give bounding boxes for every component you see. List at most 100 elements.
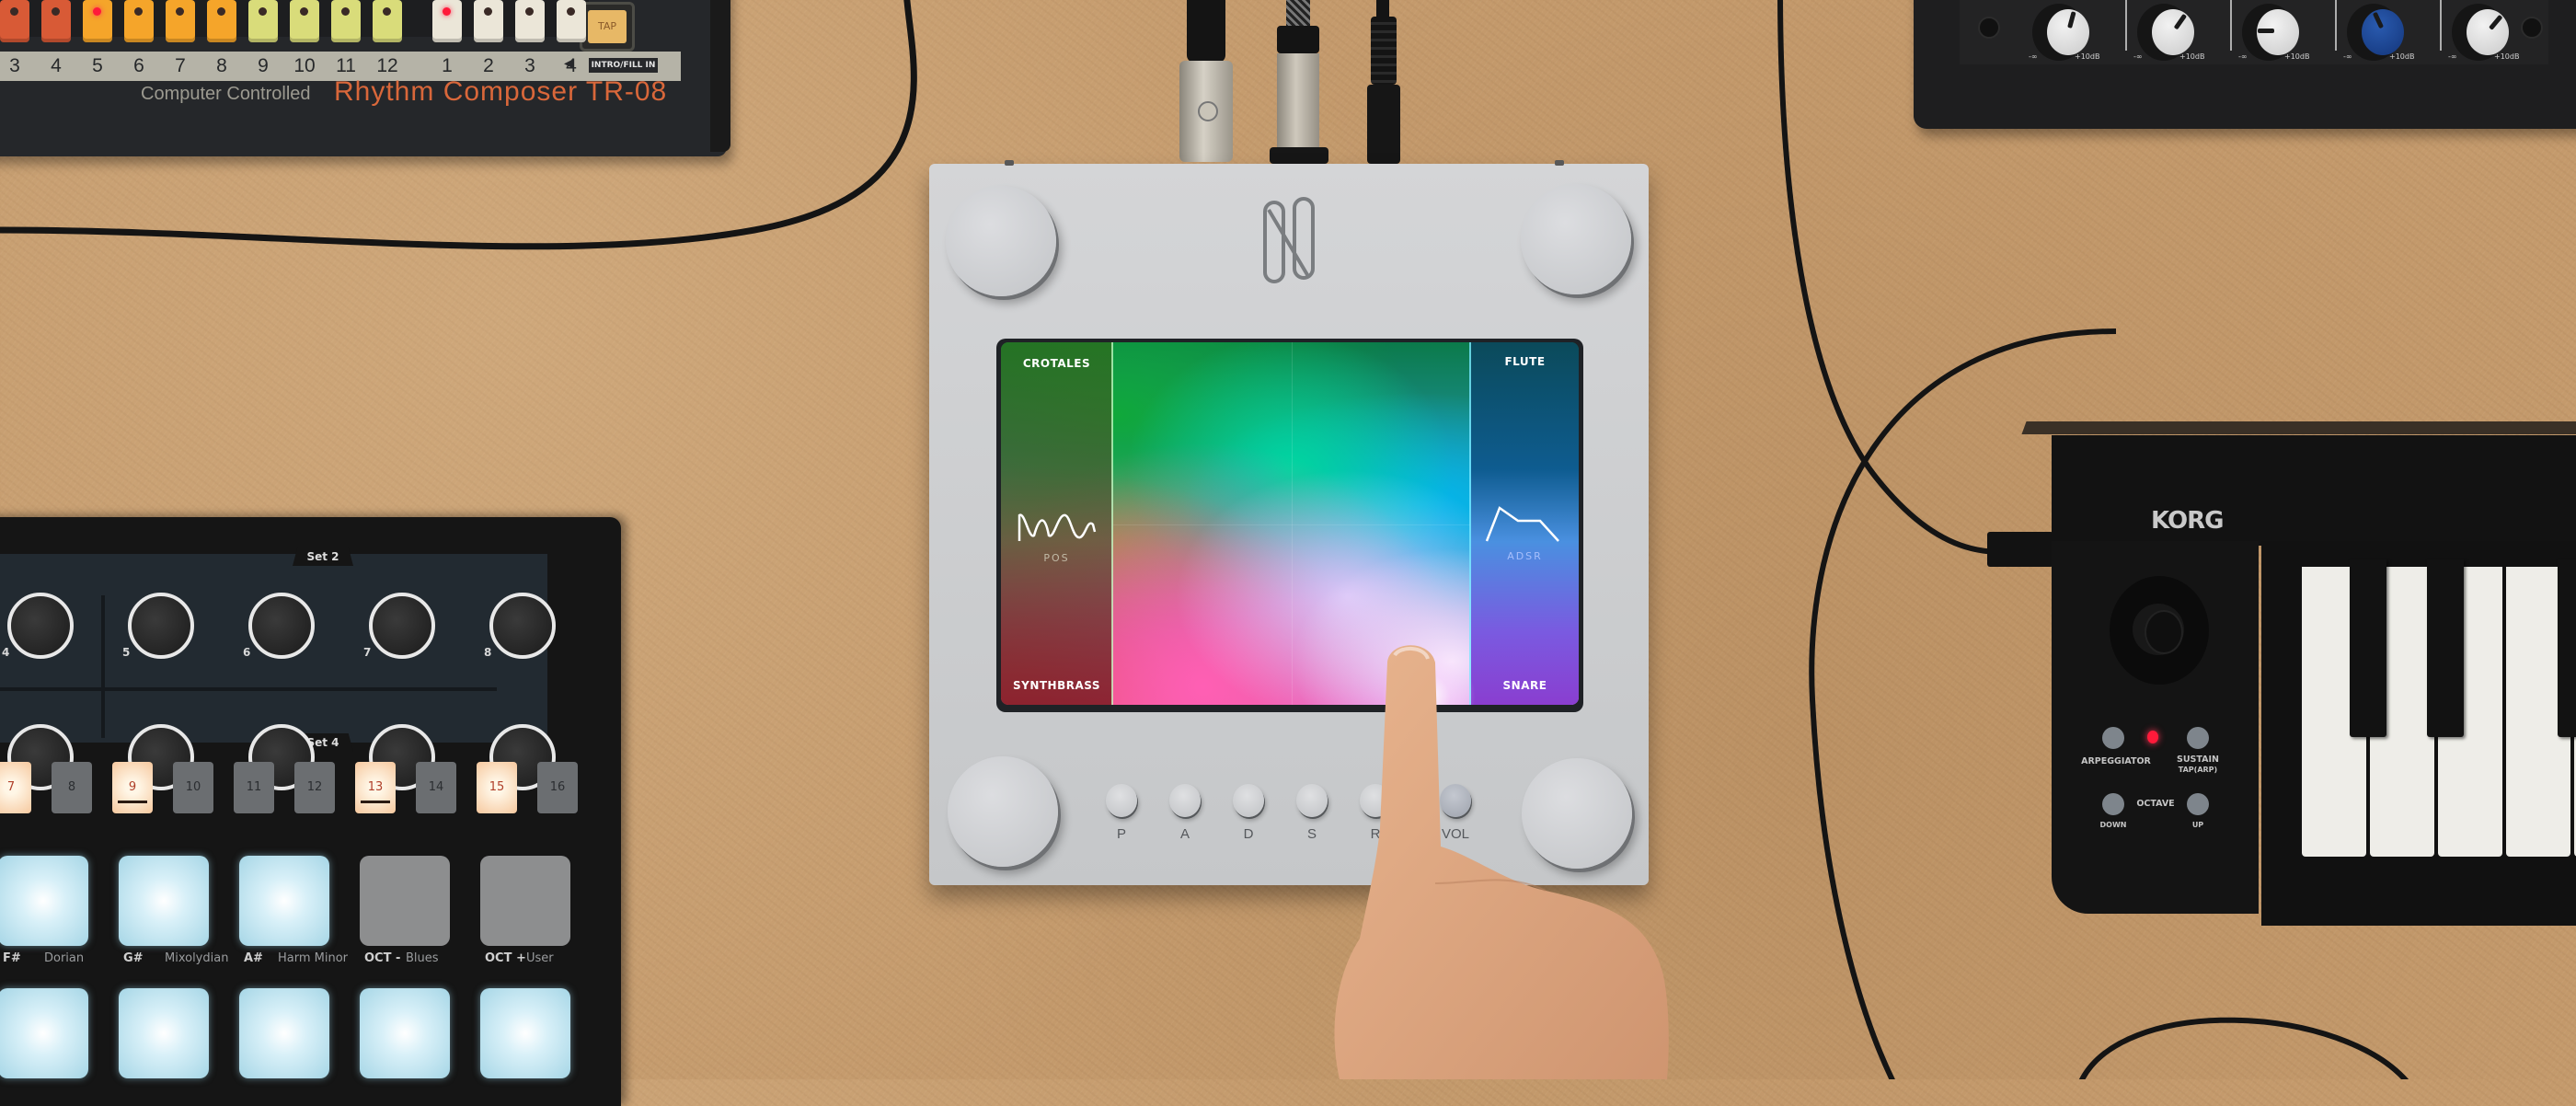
encoder-knob[interactable]: [128, 593, 194, 659]
corner-label-top-right[interactable]: FLUTE: [1471, 355, 1579, 368]
adsr-envelope-icon[interactable]: [1483, 501, 1566, 547]
step-label: 15: [489, 780, 505, 794]
mixer-knob[interactable]: [2152, 9, 2194, 55]
param-button-vol[interactable]: [1440, 784, 1471, 817]
performance-pad[interactable]: [119, 988, 209, 1078]
touchscreen-synth: CROTALES FLUTE SYNTHBRASS SNARE POS ADSR…: [929, 160, 1649, 885]
step-led: [567, 7, 575, 16]
param-button-d[interactable]: [1233, 784, 1264, 817]
performance-pad[interactable]: [239, 856, 329, 946]
tr08-step-button[interactable]: [515, 0, 545, 42]
octave-down-button[interactable]: [2102, 793, 2124, 815]
encoder-knob[interactable]: [369, 593, 435, 659]
step-button[interactable]: 15: [477, 762, 517, 813]
joystick[interactable]: [2146, 612, 2181, 652]
step-button[interactable]: 8: [52, 762, 92, 813]
step-button[interactable]: 14: [416, 762, 456, 813]
adsr-label: ADSR: [1507, 550, 1543, 562]
mixer-knob[interactable]: [2257, 9, 2299, 55]
tr08-step-button[interactable]: [331, 0, 361, 42]
sustain-button[interactable]: [2187, 727, 2209, 749]
step-led: [10, 7, 18, 16]
tr08-step-button[interactable]: [248, 0, 278, 42]
step-button[interactable]: 10: [173, 762, 213, 813]
param-button-s[interactable]: [1296, 784, 1328, 817]
param-label: A: [1179, 826, 1190, 842]
tr08-tap-button[interactable]: TAP: [580, 2, 635, 52]
tr08-step-button[interactable]: [373, 0, 402, 42]
performance-pad[interactable]: [239, 988, 329, 1078]
step-button[interactable]: 7: [0, 762, 31, 813]
mixer-knob[interactable]: [2362, 9, 2404, 55]
performance-pad[interactable]: [360, 988, 450, 1078]
divider: [2335, 0, 2337, 51]
waveform-icon[interactable]: [1016, 508, 1098, 545]
corner-label-bottom-left[interactable]: SYNTHBRASS: [1001, 679, 1112, 692]
knob-min-label: -∞: [2448, 52, 2457, 61]
tr08-step-button[interactable]: [166, 0, 195, 42]
black-key[interactable]: [2558, 559, 2576, 737]
divider: [0, 687, 497, 691]
corner-label-top-left[interactable]: CROTALES: [1001, 357, 1112, 370]
encoder-knob[interactable]: [489, 593, 556, 659]
step-led: [134, 7, 143, 16]
knob-min-label: -∞: [2029, 52, 2038, 61]
knob-min-label: -∞: [2238, 52, 2248, 61]
param-button-a[interactable]: [1169, 784, 1201, 817]
knob-top-right[interactable]: [1521, 184, 1631, 294]
knob-bottom-left[interactable]: [948, 756, 1058, 867]
knob-top-left[interactable]: [946, 186, 1056, 296]
step-label: 13: [367, 780, 384, 794]
performance-pad[interactable]: [0, 856, 88, 946]
screw-icon: [1005, 160, 1014, 166]
black-key[interactable]: [2427, 559, 2464, 737]
step-button[interactable]: 13: [355, 762, 396, 813]
param-button-p[interactable]: [1106, 784, 1137, 817]
korg-body: [2052, 435, 2576, 546]
param-button-r[interactable]: [1360, 784, 1391, 817]
encoder-knob[interactable]: [7, 593, 74, 659]
touchscreen[interactable]: CROTALES FLUTE SYNTHBRASS SNARE POS ADSR: [1001, 342, 1579, 705]
knob-bottom-right[interactable]: [1522, 758, 1632, 869]
performance-pad[interactable]: [119, 856, 209, 946]
param-label: D: [1243, 826, 1254, 842]
step-button[interactable]: 9: [112, 762, 153, 813]
tr08-step-button[interactable]: [83, 0, 112, 42]
screw-icon: [1978, 17, 2000, 39]
performance-pad[interactable]: [480, 988, 570, 1078]
tr08-step-button[interactable]: [290, 0, 319, 42]
mixer-knob[interactable]: [2047, 9, 2089, 55]
step-button[interactable]: 12: [294, 762, 335, 813]
step-label: 8: [67, 780, 76, 794]
touch-glow: [1378, 646, 1479, 705]
step-number: 11: [336, 55, 356, 76]
performance-pad[interactable]: [0, 988, 88, 1078]
tr08-step-button[interactable]: [124, 0, 154, 42]
step-label: 9: [128, 780, 137, 794]
step-indicator-bar: [118, 801, 147, 803]
encoder-knob[interactable]: [248, 593, 315, 659]
tr08-step-button[interactable]: [474, 0, 503, 42]
step-button[interactable]: 16: [537, 762, 578, 813]
tr08-step-button[interactable]: [557, 0, 586, 42]
pad-mode-label: User: [526, 951, 554, 965]
tr08-step-button[interactable]: [41, 0, 71, 42]
arpeggiator-button[interactable]: [2102, 727, 2124, 749]
mixer-knob[interactable]: [2467, 9, 2509, 55]
step-number: 4: [51, 55, 62, 76]
tr08-step-button[interactable]: [0, 0, 29, 42]
performance-pad[interactable]: [360, 856, 450, 946]
step-number: 2: [483, 55, 494, 76]
step-number: 3: [9, 55, 20, 76]
step-number: 1: [442, 55, 453, 76]
tr08-step-button[interactable]: [207, 0, 236, 42]
performance-pad[interactable]: [480, 856, 570, 946]
step-number: 8: [216, 55, 227, 76]
pad-note-label: F#: [3, 951, 21, 965]
octave-up-button[interactable]: [2187, 793, 2209, 815]
corner-label-bottom-right[interactable]: SNARE: [1471, 679, 1579, 692]
intro-fill-label: INTRO/FILL IN: [589, 58, 658, 73]
black-key[interactable]: [2350, 559, 2386, 737]
tr08-step-button[interactable]: [432, 0, 462, 42]
step-button[interactable]: 11: [234, 762, 274, 813]
